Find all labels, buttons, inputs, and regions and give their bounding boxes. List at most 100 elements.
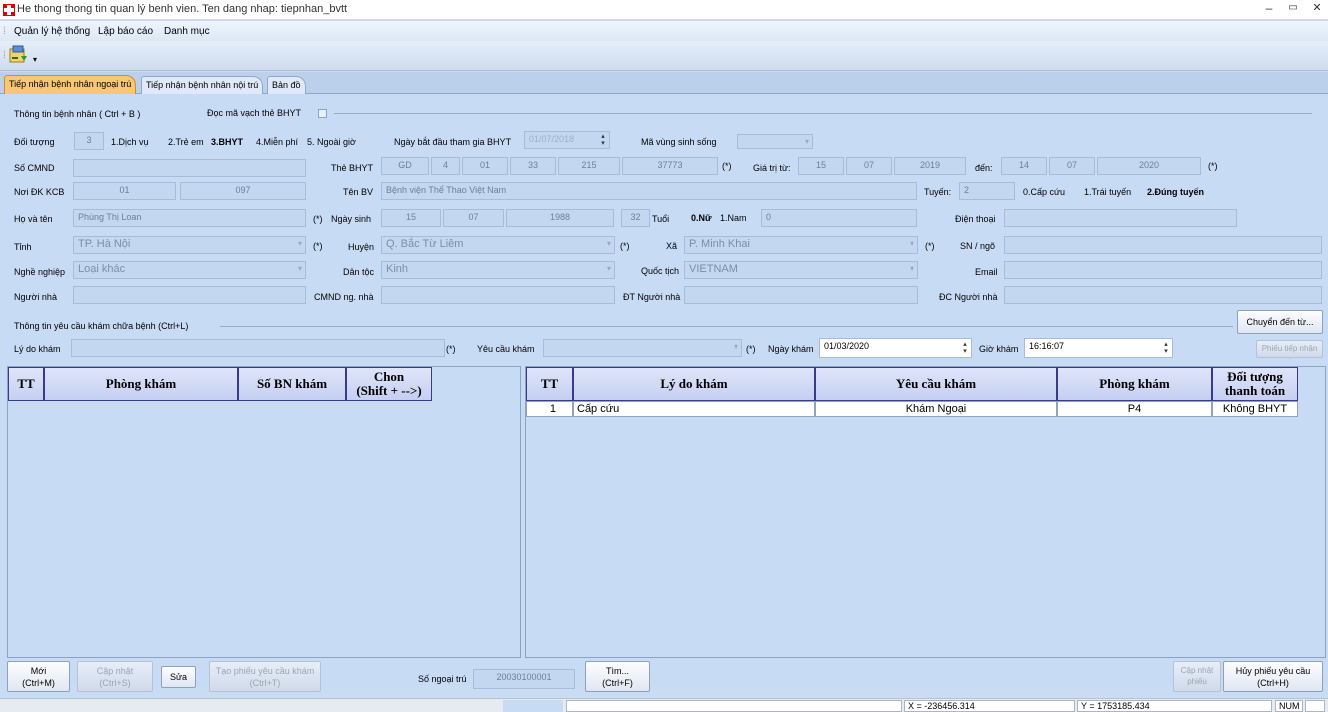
refresh-tool-icon[interactable] [8, 44, 30, 66]
spin-icon[interactable]: ▴ ▾ [1161, 341, 1171, 355]
col-header-doi-tuong[interactable]: Đối tượng thanh toán [1212, 367, 1298, 401]
cmnd-nn-input[interactable] [381, 286, 615, 304]
ngay-bhyt-input[interactable]: 01/07/2018 ▴ ▾ [524, 131, 610, 149]
nguoi-nha-input[interactable] [73, 286, 306, 304]
gia-tri-den-year[interactable]: 2020 [1097, 157, 1201, 175]
email-input[interactable] [1004, 261, 1322, 279]
yeu-cau-select[interactable]: ▾ [543, 339, 742, 357]
huy-phieu-button[interactable]: Hủy phiếu yêu cầu (Ctrl+H) [1223, 661, 1323, 692]
doi-tuong-opt-1[interactable]: 1.Dịch vụ [111, 137, 149, 147]
col-header-phong-kham[interactable]: Phòng khám [44, 367, 238, 401]
dt-nn-input[interactable] [684, 286, 918, 304]
col-header-tt[interactable]: TT [526, 367, 573, 401]
nghe-select[interactable]: Loại khác ▾ [73, 261, 306, 279]
cell-yeu-cau[interactable]: Khám Ngoại [815, 401, 1057, 417]
bhyt-part-3[interactable]: 01 [462, 157, 508, 175]
gio-kham-input[interactable]: 16:16:07 ▴ ▾ [1024, 338, 1173, 358]
doi-tuong-opt-4[interactable]: 4.Miễn phí [256, 137, 298, 147]
col-header-yeu-cau[interactable]: Yêu cầu khám [815, 367, 1057, 401]
tab-ngoai-tru[interactable]: Tiếp nhận bệnh nhân ngoại trú [4, 75, 137, 94]
gioi-opt-nu[interactable]: 0.Nữ [691, 213, 712, 223]
den-label: đến: [975, 163, 993, 173]
gia-tri-tu-year[interactable]: 2019 [894, 157, 966, 175]
cap-nhat-phieu-button[interactable]: Cập nhật phiếu [1173, 661, 1221, 692]
cell-ly-do[interactable]: Cấp cứu [573, 401, 815, 417]
gia-tri-den-day[interactable]: 14 [1001, 157, 1047, 175]
ngay-sinh-day[interactable]: 15 [381, 209, 441, 227]
menu-danh-muc[interactable]: Danh mục [164, 26, 210, 37]
tao-phieu-button[interactable]: Tạo phiếu yêu cầu khám (Ctrl+T) [209, 661, 321, 692]
ly-do-input[interactable] [71, 339, 445, 357]
bhyt-part-6[interactable]: 37773 [622, 157, 718, 175]
status-panel-empty [503, 700, 563, 712]
gia-tri-tu-month[interactable]: 07 [846, 157, 892, 175]
barcode-checkbox[interactable] [318, 109, 327, 118]
restore-button[interactable]: ▭ [1282, 2, 1304, 13]
doi-tuong-opt-2[interactable]: 2.Trẻ em [168, 137, 204, 147]
bhyt-part-5[interactable]: 215 [558, 157, 620, 175]
ngay-kham-input[interactable]: 01/03/2020 ▴ ▾ [819, 338, 972, 358]
noi-dk-tinh[interactable]: 01 [73, 182, 176, 200]
ngay-sinh-year[interactable]: 1988 [506, 209, 614, 227]
spin-icon[interactable]: ▴ ▾ [960, 341, 970, 355]
xa-select[interactable]: P. Minh Khai ▾ [684, 236, 918, 254]
tinh-select[interactable]: TP. Hà Nội ▾ [73, 236, 306, 254]
sn-input[interactable] [1004, 236, 1322, 254]
yeu-cau-label: Yêu cầu khám [477, 344, 535, 354]
ngay-sinh-month[interactable]: 07 [443, 209, 504, 227]
doi-tuong-input[interactable]: 3 [74, 132, 104, 150]
cap-nhat-button[interactable]: Cập nhật (Ctrl+S) [77, 661, 153, 692]
menu-grip-icon: ⁞ [3, 26, 6, 37]
tuyen-opt-0[interactable]: 0.Cấp cứu [1023, 187, 1065, 197]
tuyen-opt-2[interactable]: 2.Đúng tuyến [1147, 187, 1204, 197]
tuyen-opt-1[interactable]: 1.Trái tuyến [1084, 187, 1131, 197]
ma-vung-select[interactable]: ▾ [737, 134, 813, 149]
required-mark: (*) [746, 344, 756, 354]
toolbar-dropdown-icon[interactable]: ▾ [33, 55, 43, 65]
gia-tri-tu-day[interactable]: 15 [798, 157, 844, 175]
minimize-button[interactable]: – [1258, 1, 1280, 15]
menu-quan-ly-he-thong[interactable]: Quản lý hệ thống [14, 26, 90, 37]
col-header-chon[interactable]: Chon (Shift + -->) [346, 367, 432, 401]
sua-button[interactable]: Sửa [161, 666, 196, 688]
gia-tri-den-month[interactable]: 07 [1049, 157, 1095, 175]
col-header-so-bn[interactable]: Số BN khám [238, 367, 346, 401]
ho-ten-input[interactable]: Phùng Thị Loan [73, 209, 306, 227]
tuyen-input[interactable]: 2 [959, 182, 1015, 200]
huyen-select[interactable]: Q. Bắc Từ Liêm ▾ [381, 236, 615, 254]
quoc-tich-select[interactable]: VIETNAM ▾ [684, 261, 918, 279]
phong-kham-grid[interactable]: TT Phòng khám Số BN khám Chon (Shift + -… [7, 366, 521, 658]
xa-label: Xã [666, 241, 678, 251]
doi-tuong-opt-3[interactable]: 3.BHYT [211, 137, 243, 147]
spin-icon[interactable]: ▴ ▾ [598, 133, 608, 147]
gioi-opt-nam[interactable]: 1.Nam [720, 213, 747, 223]
yeu-cau-grid[interactable]: TT Lý do khám Yêu cầu khám Phòng khám Đố… [525, 366, 1326, 658]
doi-tuong-opt-5[interactable]: 5. Ngoài giờ [307, 137, 356, 147]
bhyt-part-1[interactable]: GD [381, 157, 429, 175]
cell-doi-tuong[interactable]: Không BHYT [1212, 401, 1298, 417]
gioi-input[interactable]: 0 [761, 209, 917, 227]
chuyen-den-button[interactable]: Chuyển đến từ... [1237, 310, 1323, 334]
col-header-tt[interactable]: TT [8, 367, 44, 401]
dan-toc-select[interactable]: Kinh ▾ [381, 261, 615, 279]
dc-nn-input[interactable] [1004, 286, 1322, 304]
dien-thoai-input[interactable] [1004, 209, 1237, 227]
col-header-phong-kham[interactable]: Phòng khám [1057, 367, 1212, 401]
bhyt-part-2[interactable]: 4 [431, 157, 460, 175]
tim-button[interactable]: Tìm... (Ctrl+F) [585, 661, 650, 692]
cell-tt[interactable]: 1 [526, 401, 573, 417]
col-header-ly-do[interactable]: Lý do khám [573, 367, 815, 401]
tab-noi-tru[interactable]: Tiếp nhận bệnh nhân nội trú [141, 76, 264, 94]
tab-ban-do[interactable]: Bản đồ [267, 76, 306, 94]
close-button[interactable]: ✕ [1306, 1, 1328, 14]
ten-bv-input[interactable]: Bệnh viện Thể Thao Việt Nam [381, 182, 917, 200]
noi-dk-ma[interactable]: 097 [180, 182, 306, 200]
tuoi-input[interactable]: 32 [621, 209, 650, 227]
menu-lap-bao-cao[interactable]: Lập báo cáo [98, 26, 153, 37]
so-ngoai-tru-input[interactable]: 20030100001 [473, 669, 575, 689]
moi-button[interactable]: Mới (Ctrl+M) [7, 661, 70, 692]
cmnd-input[interactable] [73, 159, 306, 177]
phieu-tiep-nhan-button[interactable]: Phiếu tiếp nhận [1256, 340, 1323, 358]
cell-phong-kham[interactable]: P4 [1057, 401, 1212, 417]
bhyt-part-4[interactable]: 33 [510, 157, 556, 175]
